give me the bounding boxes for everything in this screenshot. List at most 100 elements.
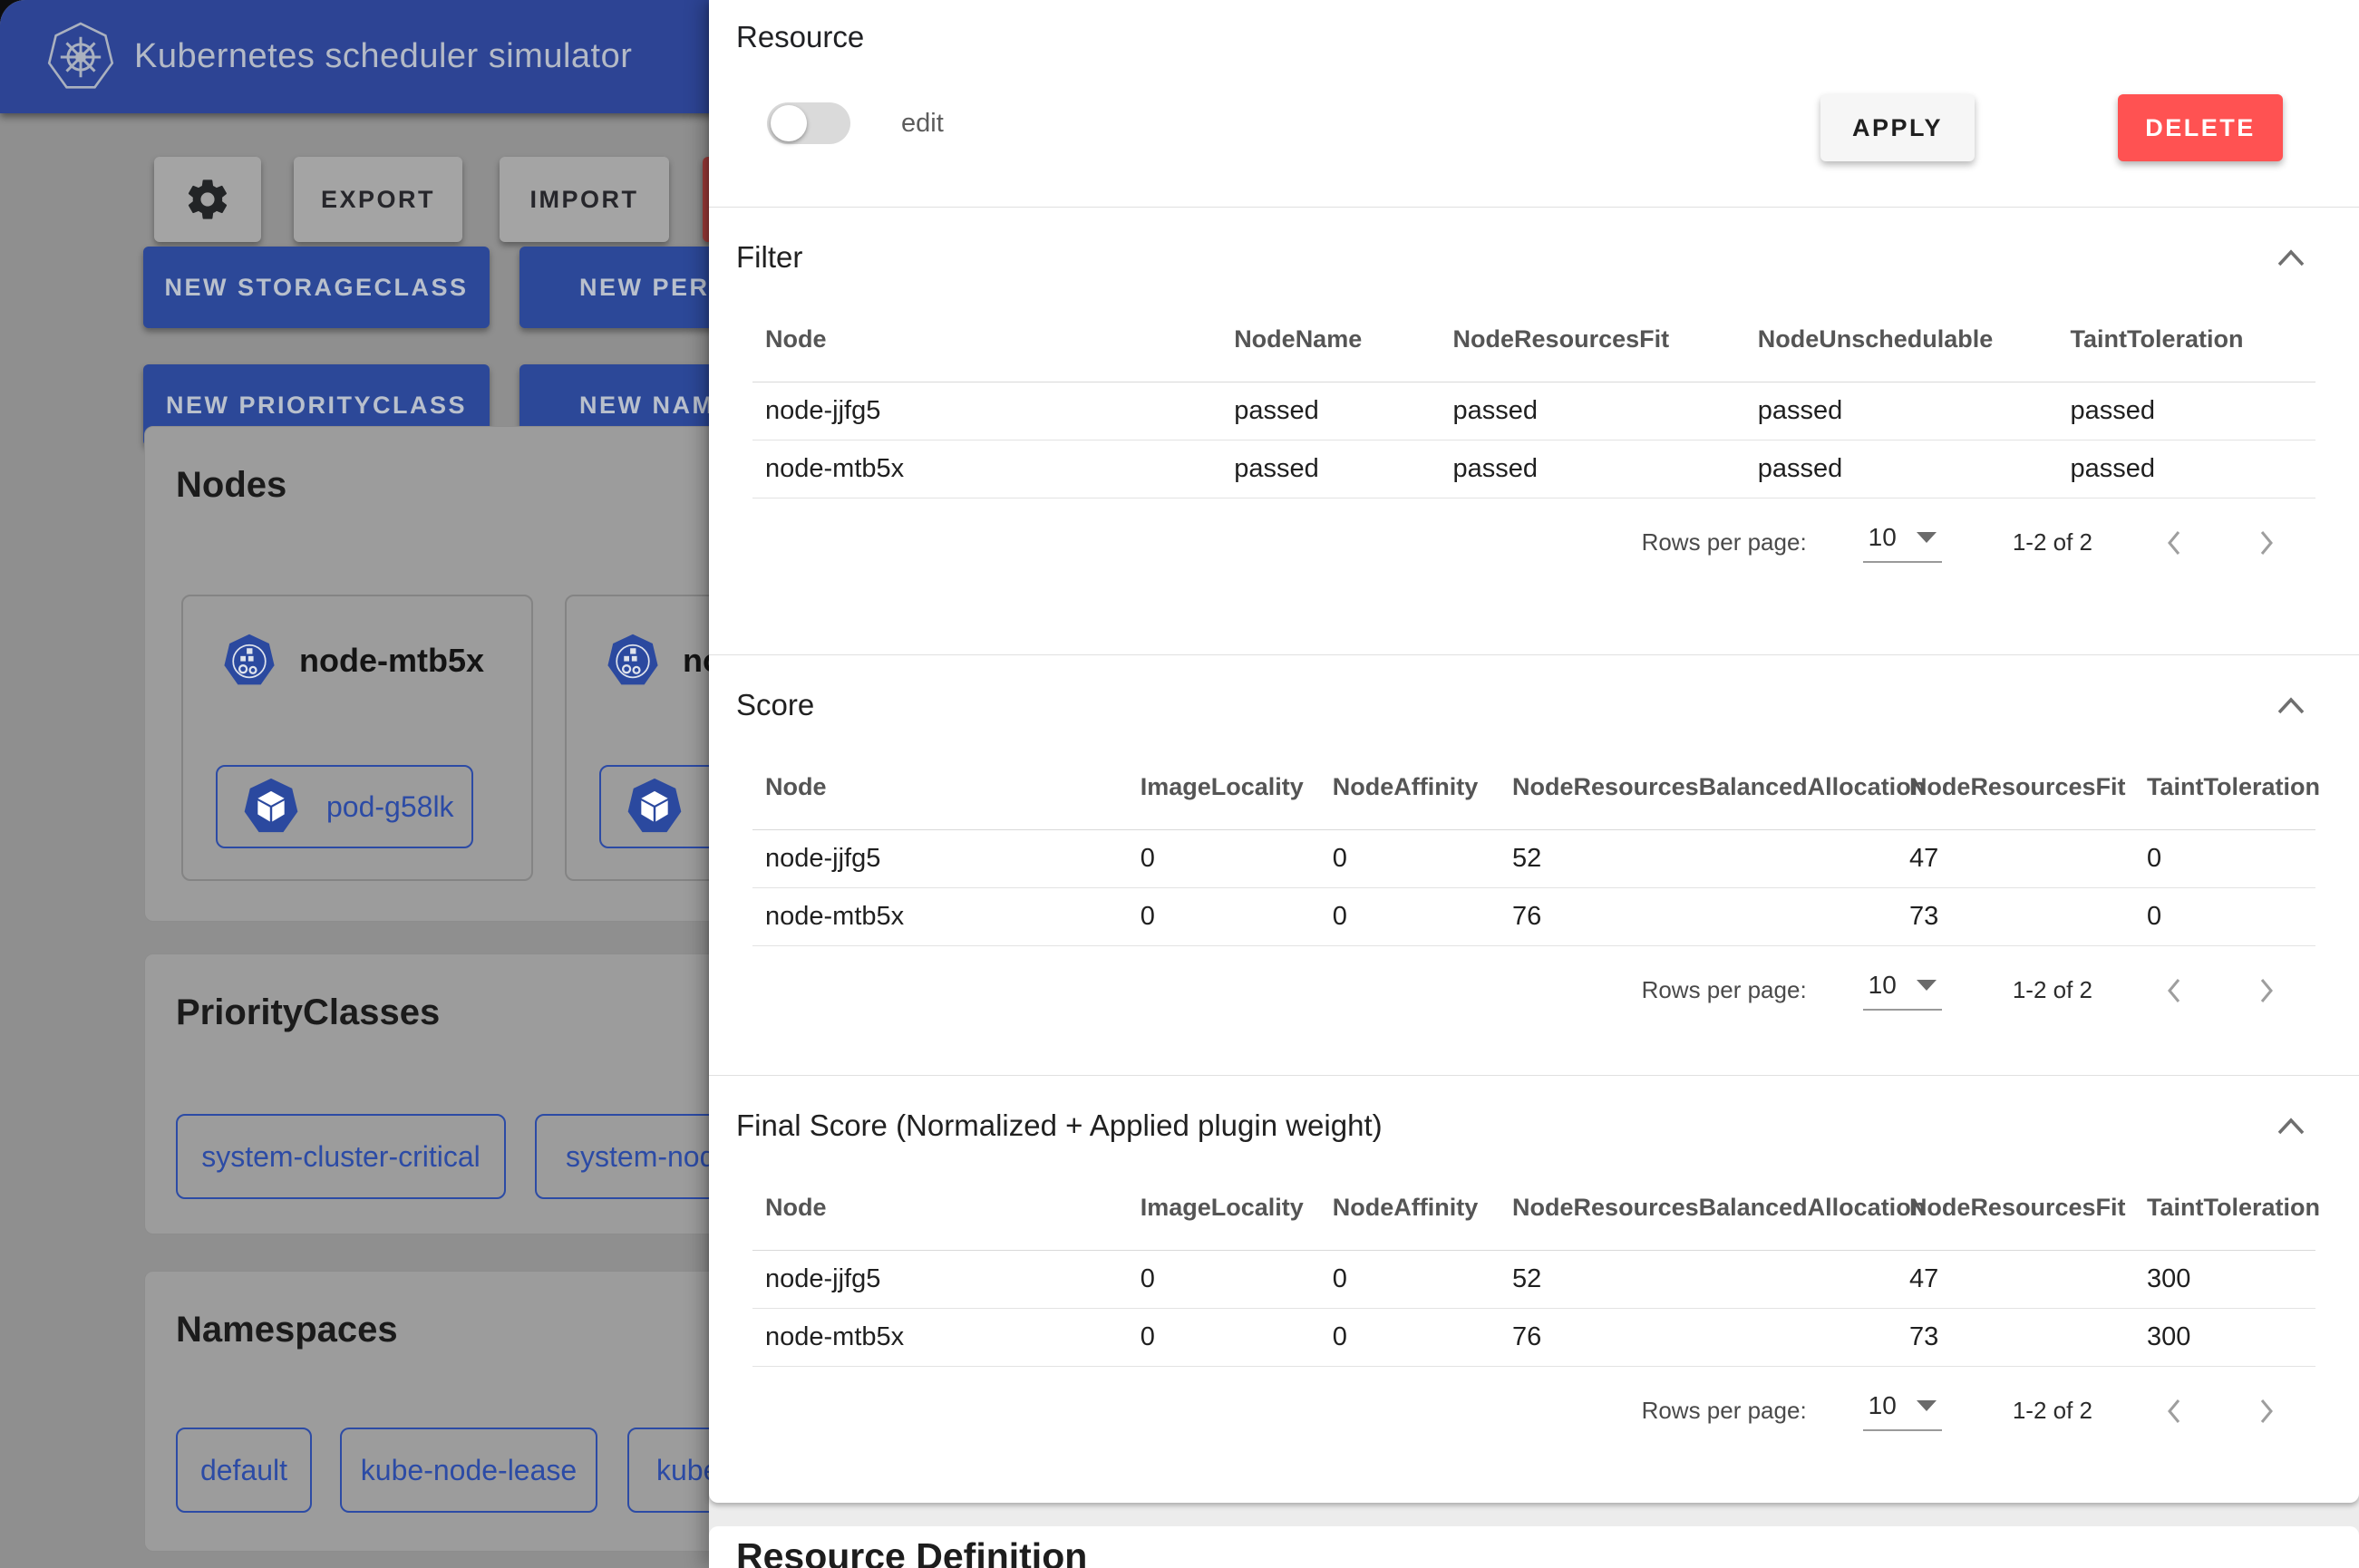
new-storageclass-label: NEW STORAGECLASS [164,274,468,302]
table-row[interactable]: node-jjfg5 0 0 52 47 0 [752,829,2315,887]
cell-value: 300 [2134,1250,2315,1308]
namespace-chip-label: kube [656,1454,709,1487]
chevron-up-icon[interactable] [2276,695,2306,717]
resource-detail-card: Resource edit APPLY DELETE Filter [709,0,2359,1503]
priorityclass-chip-label: system-cluster-critical [201,1140,481,1174]
pagination-bar: Rows per page: 10 1-2 of 2 [709,959,2277,1022]
chevron-right-icon[interactable] [2256,528,2277,557]
rows-per-page-select[interactable]: 10 [1863,971,1942,1011]
cell-value: 0 [1128,1250,1320,1308]
table-row[interactable]: node-jjfg5 0 0 52 47 300 [752,1250,2315,1308]
cell-node: node-mtb5x [752,1308,1128,1366]
column-header: TaintToleration [2134,746,2315,829]
app-window: Kubernetes scheduler simulator EXPORT IM… [0,0,2359,1568]
cell-value: passed [2058,382,2315,440]
new-namespace-label: NEW NAMES [579,392,709,420]
chevron-left-icon[interactable] [2163,528,2185,557]
table-header-row: Node NodeName NodeResourcesFit NodeUnsch… [752,298,2315,382]
pagination-bar: Rows per page: 10 1-2 of 2 [709,511,2277,575]
chevron-up-icon[interactable] [2276,247,2306,269]
reset-button-truncated[interactable] [703,157,709,242]
table-row[interactable]: node-mtb5x 0 0 76 73 300 [752,1308,2315,1366]
nodes-card-title: Nodes [176,465,709,506]
column-header: Node [752,298,1221,382]
import-button[interactable]: IMPORT [500,157,669,242]
column-header: TaintToleration [2058,298,2315,382]
filter-table: Node NodeName NodeResourcesFit NodeUnsch… [752,298,2315,498]
resource-drawer: Resource edit APPLY DELETE Filter [709,0,2359,1568]
rows-per-page-select[interactable]: 10 [1863,523,1942,563]
delete-button[interactable]: DELETE [2118,94,2283,161]
namespace-chip[interactable]: kube [627,1428,709,1513]
chevron-right-icon[interactable] [2256,1397,2277,1426]
cell-value: passed [1745,382,2058,440]
cell-value: 0 [1320,1308,1500,1366]
cell-value: 76 [1500,1308,1897,1366]
column-header: NodeAffinity [1320,746,1500,829]
new-persistentvolume-label: NEW PERSIS [579,274,709,302]
score-section-title: Score [736,688,2359,722]
new-storageclass-button[interactable]: NEW STORAGECLASS [143,247,490,328]
cell-value: passed [2058,440,2315,498]
dropdown-arrow-icon [1917,980,1937,991]
priorityclass-chip[interactable]: system-cluster-critical [176,1114,506,1199]
resource-definition-card: Resource Definition [709,1526,2359,1568]
drawer-title: Resource [736,20,864,54]
column-header: ImageLocality [1128,1166,1320,1250]
cell-value: 0 [2134,887,2315,945]
gear-icon [184,176,231,223]
app-header: Kubernetes scheduler simulator [0,0,709,113]
pagination-range: 1-2 of 2 [2013,976,2092,1004]
chevron-left-icon[interactable] [2163,1397,2185,1426]
node-card[interactable]: node-mtb5x pod-g58lk [181,595,533,881]
pod-chip[interactable] [599,765,709,848]
node-icon [223,633,276,689]
final-score-section: Final Score (Normalized + Applied plugin… [709,1075,2359,1503]
table-row[interactable]: node-mtb5x 0 0 76 73 0 [752,887,2315,945]
apply-button[interactable]: APPLY [1820,94,1975,161]
dropdown-arrow-icon [1917,532,1937,543]
cell-value: passed [1441,440,1745,498]
priorityclass-chip[interactable]: system-nod [535,1114,709,1199]
column-header: Node [752,746,1128,829]
rows-per-page-label: Rows per page: [1642,976,1807,1004]
priorityclass-chip-label: system-nod [566,1140,709,1174]
cell-value: 0 [1128,1308,1320,1366]
export-button[interactable]: EXPORT [294,157,462,242]
column-header: NodeResourcesFit [1897,1166,2134,1250]
cell-value: passed [1745,440,2058,498]
chevron-left-icon[interactable] [2163,976,2185,1005]
cell-node: node-jjfg5 [752,1250,1128,1308]
priorityclasses-card: PriorityClasses system-cluster-critical … [144,953,709,1234]
cell-value: passed [1441,382,1745,440]
rows-per-page-label: Rows per page: [1642,1397,1807,1425]
table-row[interactable]: node-mtb5x passed passed passed passed [752,440,2315,498]
edit-toggle[interactable] [767,102,850,144]
priorityclasses-card-title: PriorityClasses [176,992,709,1033]
rows-per-page-value: 10 [1869,1391,1897,1420]
cell-node: node-jjfg5 [752,382,1221,440]
cell-value: 300 [2134,1308,2315,1366]
rows-per-page-value: 10 [1869,971,1897,1000]
pod-chip[interactable]: pod-g58lk [216,765,473,848]
chevron-up-icon[interactable] [2276,1116,2306,1137]
node-card[interactable]: no [565,595,709,881]
chevron-right-icon[interactable] [2256,976,2277,1005]
rows-per-page-value: 10 [1869,523,1897,552]
cell-value: passed [1221,440,1440,498]
new-persistentvolume-button[interactable]: NEW PERSIS [519,247,709,328]
column-header: NodeName [1221,298,1440,382]
column-header: ImageLocality [1128,746,1320,829]
table-header-row: Node ImageLocality NodeAffinity NodeReso… [752,746,2315,829]
table-row[interactable]: node-jjfg5 passed passed passed passed [752,382,2315,440]
background-page: Kubernetes scheduler simulator EXPORT IM… [0,0,709,1568]
cell-value: 52 [1500,1250,1897,1308]
namespace-chip[interactable]: kube-node-lease [340,1428,597,1513]
pod-icon [626,777,683,837]
namespace-chip[interactable]: default [176,1428,312,1513]
cell-node: node-jjfg5 [752,829,1128,887]
rows-per-page-select[interactable]: 10 [1863,1391,1942,1431]
cell-value: 47 [1897,829,2134,887]
page-title: Kubernetes scheduler simulator [134,37,632,76]
settings-button[interactable] [154,157,261,242]
